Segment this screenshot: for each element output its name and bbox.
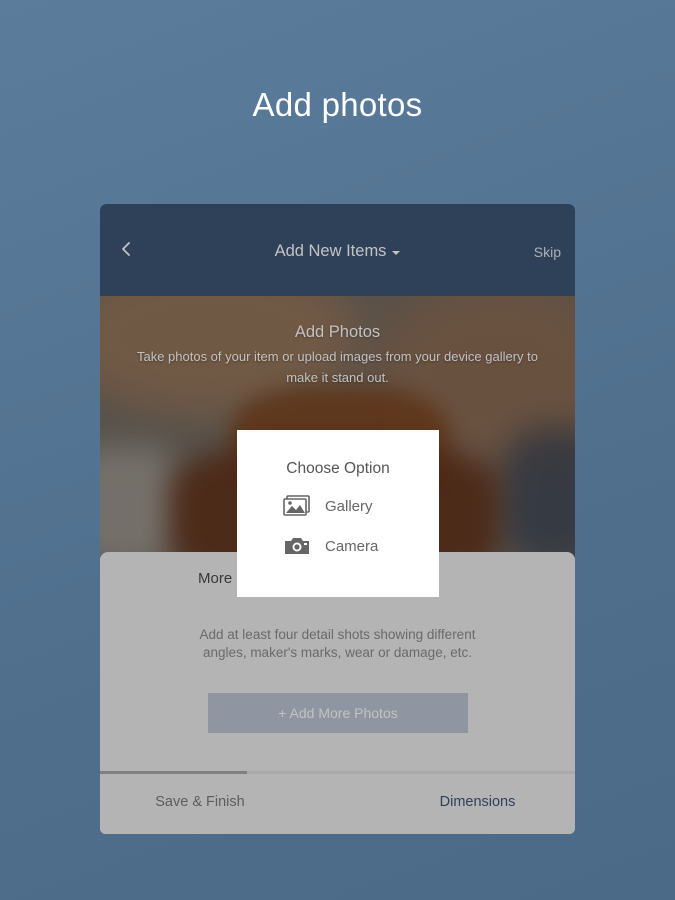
gallery-icon	[283, 494, 313, 518]
camera-option[interactable]: Camera	[283, 533, 378, 559]
camera-icon	[283, 534, 313, 558]
app-screen: Add New Items Skip Add Photos Take photo…	[100, 204, 575, 834]
gallery-option-label: Gallery	[325, 497, 373, 515]
dialog-title: Choose Option	[286, 460, 390, 477]
promo-title: Add photos	[252, 86, 423, 123]
choose-option-dialog: Choose Option Gallery Camera	[237, 430, 439, 597]
camera-option-label: Camera	[325, 537, 379, 555]
gallery-option[interactable]: Gallery	[283, 493, 373, 519]
